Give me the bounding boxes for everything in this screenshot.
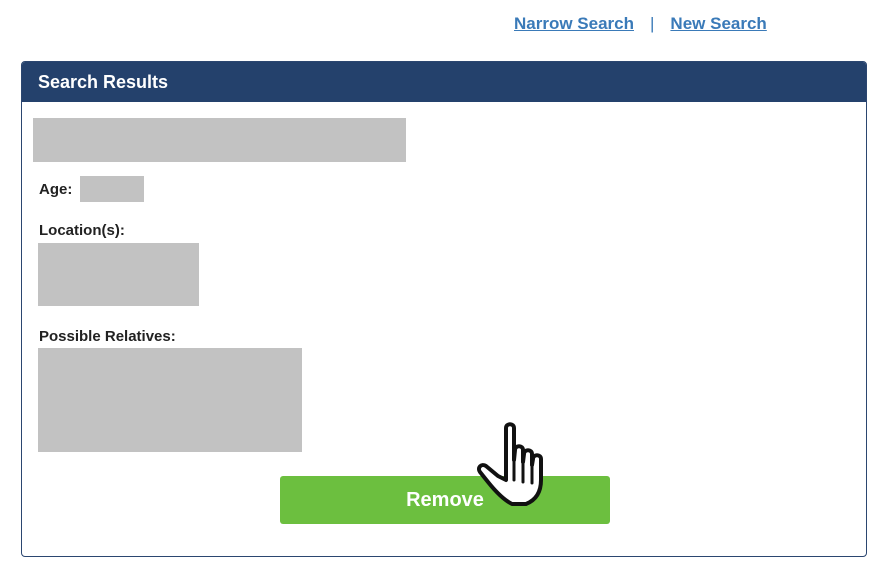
nav-separator: | bbox=[650, 14, 655, 33]
locations-label: Location(s): bbox=[39, 222, 125, 239]
narrow-search-link[interactable]: Narrow Search bbox=[514, 14, 634, 34]
panel-title: Search Results bbox=[22, 62, 866, 102]
relatives-label: Possible Relatives: bbox=[39, 328, 176, 345]
redacted-age bbox=[80, 176, 144, 202]
age-label: Age: bbox=[39, 181, 73, 198]
search-nav-links: Narrow Search | New Search bbox=[514, 14, 767, 34]
redacted-locations bbox=[38, 243, 199, 306]
search-results-panel: Search Results Age: Location(s): Possibl… bbox=[21, 61, 867, 557]
hand-pointer-icon bbox=[476, 422, 543, 506]
redacted-relatives bbox=[38, 348, 302, 452]
new-search-link[interactable]: New Search bbox=[670, 14, 766, 34]
redacted-name bbox=[33, 118, 406, 162]
